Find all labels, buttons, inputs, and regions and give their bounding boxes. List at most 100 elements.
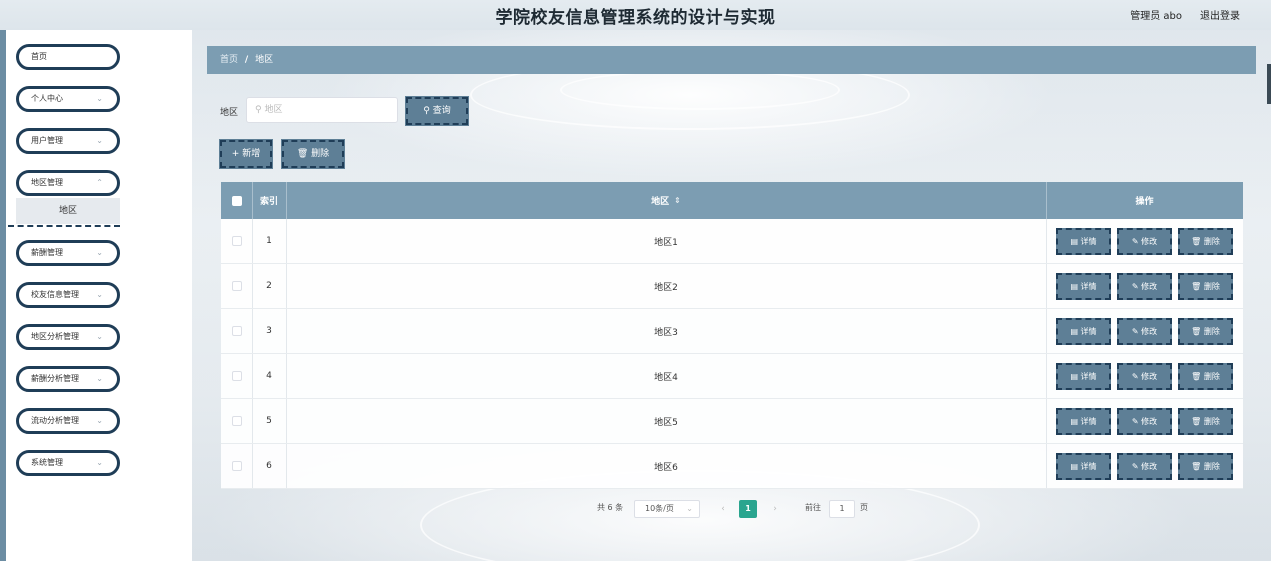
document-icon: ▤ <box>1070 462 1078 471</box>
page-size-select[interactable]: 10条/页 ⌄ <box>634 500 700 518</box>
detail-button[interactable]: ▤ 详情 <box>1056 408 1111 435</box>
goto-page-input[interactable]: 1 <box>829 500 855 518</box>
trash-icon: 🗑 <box>1191 282 1202 291</box>
edit-label: 修改 <box>1141 462 1158 471</box>
column-header-region[interactable]: 地区 ⇕ <box>286 182 1046 219</box>
row-select-cell <box>221 444 252 488</box>
batch-delete-button[interactable]: 🗑 删除 <box>281 139 345 169</box>
detail-label: 详情 <box>1080 417 1097 426</box>
pencil-icon: ✎ <box>1131 372 1139 381</box>
edit-button[interactable]: ✎ 修改 <box>1117 363 1172 390</box>
sidebar-item-salary-management[interactable]: 薪酬管理 ⌄ <box>16 240 120 266</box>
detail-button[interactable]: ▤ 详情 <box>1056 228 1111 255</box>
row-checkbox[interactable] <box>231 416 242 426</box>
table-row: 3 地区3 ▤ 详情 ✎ 修改 🗑 删除 <box>221 309 1243 354</box>
edit-button[interactable]: ✎ 修改 <box>1117 318 1172 345</box>
document-icon: ▤ <box>1070 282 1078 291</box>
column-header-actions: 操作 <box>1135 197 1154 207</box>
delete-button[interactable]: 🗑 删除 <box>1178 318 1233 345</box>
chevron-down-icon: ⌄ <box>96 248 103 257</box>
pencil-icon: ✎ <box>1131 462 1139 471</box>
page-number-current[interactable]: 1 <box>739 500 757 518</box>
search-label: 地区 <box>220 108 239 118</box>
breadcrumb: 首页 / 地区 <box>207 46 1256 74</box>
pencil-icon: ✎ <box>1131 417 1139 426</box>
document-icon: ▤ <box>1070 372 1078 381</box>
top-bar: 学院校友信息管理系统的设计与实现 管理员 abo 退出登录 <box>0 0 1271 30</box>
delete-label: 删除 <box>1203 282 1220 291</box>
delete-button-label: 删除 <box>311 149 330 159</box>
document-icon: ▤ <box>1070 417 1078 426</box>
detail-button[interactable]: ▤ 详情 <box>1056 363 1111 390</box>
document-icon: ▤ <box>1070 237 1078 246</box>
sidebar-item-salary-analysis[interactable]: 薪酬分析管理 ⌄ <box>16 366 120 392</box>
sidebar: 首页 个人中心 ⌄ 用户管理 ⌄ 地区管理 ⌃ 地区 薪酬管理 ⌄ 校友信息管理… <box>6 30 192 561</box>
row-checkbox[interactable] <box>231 236 242 246</box>
edit-button[interactable]: ✎ 修改 <box>1117 453 1172 480</box>
detail-button[interactable]: ▤ 详情 <box>1056 453 1111 480</box>
sidebar-item-region-management[interactable]: 地区管理 ⌃ <box>16 170 120 196</box>
delete-button[interactable]: 🗑 删除 <box>1178 363 1233 390</box>
detail-button[interactable]: ▤ 详情 <box>1056 273 1111 300</box>
sidebar-item-mobility-analysis[interactable]: 流动分析管理 ⌄ <box>16 408 120 434</box>
trash-icon: 🗑 <box>1191 417 1202 426</box>
search-input[interactable]: ⚲ 地区 <box>246 97 398 123</box>
right-edge-marker <box>1267 64 1271 104</box>
sidebar-item-personal-center[interactable]: 个人中心 ⌄ <box>16 86 120 112</box>
row-checkbox[interactable] <box>231 371 242 381</box>
logout-link[interactable]: 退出登录 <box>1200 7 1240 22</box>
sidebar-subitem-region[interactable]: 地区 <box>16 198 120 224</box>
query-button[interactable]: ⚲ 查询 <box>405 96 469 126</box>
sidebar-item-label: 系统管理 <box>31 458 63 467</box>
sidebar-item-label: 个人中心 <box>31 94 63 103</box>
row-region: 地区2 <box>654 282 678 293</box>
column-header-region-label: 地区 <box>651 197 670 207</box>
trash-icon: 🗑 <box>1191 237 1202 246</box>
sidebar-item-home[interactable]: 首页 <box>16 44 120 70</box>
sidebar-item-region-analysis[interactable]: 地区分析管理 ⌄ <box>16 324 120 350</box>
row-checkbox[interactable] <box>231 326 242 336</box>
add-button[interactable]: + 新增 <box>219 139 273 169</box>
next-page-button[interactable]: › <box>764 500 786 518</box>
pagination-total: 共 6 条 <box>597 503 624 512</box>
sidebar-item-label: 地区管理 <box>31 178 63 187</box>
sidebar-item-label: 首页 <box>31 52 47 61</box>
trash-icon: 🗑 <box>1191 462 1202 471</box>
sidebar-item-user-management[interactable]: 用户管理 ⌄ <box>16 128 120 154</box>
goto-label: 前往 <box>805 503 821 512</box>
detail-label: 详情 <box>1080 372 1097 381</box>
breadcrumb-home[interactable]: 首页 <box>220 55 238 65</box>
detail-label: 详情 <box>1080 237 1097 246</box>
table-header: 索引 地区 ⇕ 操作 <box>221 182 1243 219</box>
delete-button[interactable]: 🗑 删除 <box>1178 228 1233 255</box>
edit-button[interactable]: ✎ 修改 <box>1117 273 1172 300</box>
table-row: 2 地区2 ▤ 详情 ✎ 修改 🗑 删除 <box>221 264 1243 309</box>
delete-label: 删除 <box>1203 237 1220 246</box>
sidebar-item-system-management[interactable]: 系统管理 ⌄ <box>16 450 120 476</box>
prev-page-button[interactable]: ‹ <box>712 500 734 518</box>
delete-button[interactable]: 🗑 删除 <box>1178 453 1233 480</box>
chevron-down-icon: ⌄ <box>96 416 103 425</box>
row-index: 1 <box>266 236 272 246</box>
sidebar-item-label: 薪酬分析管理 <box>31 374 79 383</box>
search-icon: ⚲ <box>255 105 262 115</box>
trash-icon: 🗑 <box>296 149 309 159</box>
row-region: 地区1 <box>654 237 678 248</box>
detail-button[interactable]: ▤ 详情 <box>1056 318 1111 345</box>
pencil-icon: ✎ <box>1131 327 1139 336</box>
row-region: 地区5 <box>654 417 678 428</box>
delete-button[interactable]: 🗑 删除 <box>1178 273 1233 300</box>
edit-label: 修改 <box>1141 327 1158 336</box>
edit-button[interactable]: ✎ 修改 <box>1117 228 1172 255</box>
delete-button[interactable]: 🗑 删除 <box>1178 408 1233 435</box>
row-checkbox[interactable] <box>231 461 242 471</box>
row-checkbox[interactable] <box>231 281 242 291</box>
edit-button[interactable]: ✎ 修改 <box>1117 408 1172 435</box>
current-user: 管理员 abo <box>1130 11 1182 22</box>
breadcrumb-current: 地区 <box>255 55 274 65</box>
trash-icon: 🗑 <box>1191 327 1202 336</box>
select-all-checkbox[interactable] <box>231 195 242 206</box>
sidebar-subitem-underline <box>8 225 120 227</box>
sidebar-item-alumni-management[interactable]: 校友信息管理 ⌄ <box>16 282 120 308</box>
sort-icon: ⇕ <box>674 196 681 205</box>
